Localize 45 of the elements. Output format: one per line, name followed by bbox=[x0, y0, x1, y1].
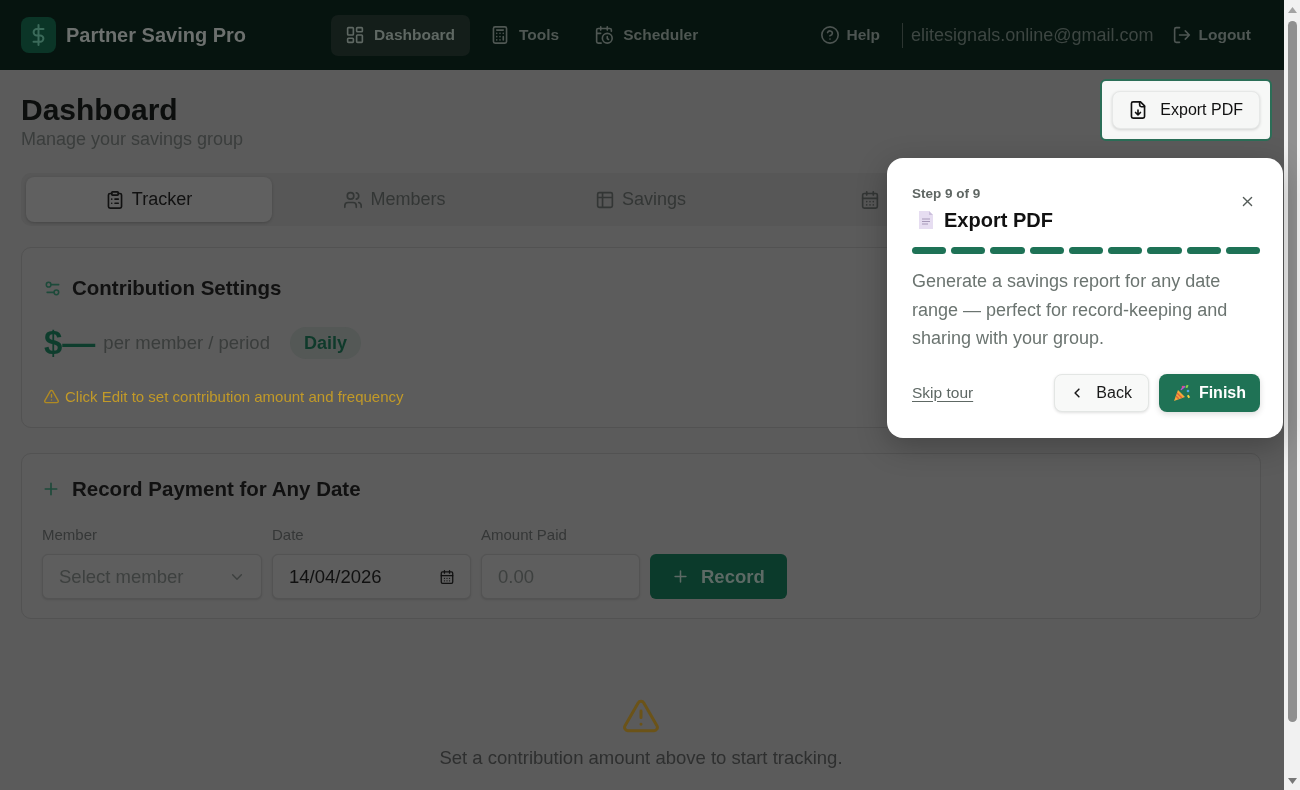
finish-button[interactable]: Finish bbox=[1158, 373, 1260, 412]
calendar-icon bbox=[861, 190, 879, 209]
tab[interactable]: Tracker bbox=[26, 177, 272, 222]
plus-icon bbox=[672, 568, 689, 585]
frequency-badge: Daily bbox=[289, 327, 361, 359]
logout-icon bbox=[1173, 26, 1192, 44]
calculator-icon bbox=[491, 26, 510, 44]
record-button[interactable]: Record bbox=[650, 554, 787, 599]
date-field[interactable]: 14/04/2026 bbox=[272, 554, 471, 599]
card-title: Record Payment for Any Date bbox=[72, 477, 361, 501]
tour-title: Export PDF bbox=[944, 208, 1053, 233]
tour-description: Generate a savings report for any date range — perfect for record-keeping and sharing with your group. bbox=[912, 270, 1229, 350]
contribution-amount: $— bbox=[44, 324, 96, 362]
file-download-icon bbox=[1129, 101, 1148, 119]
card-title: Contribution Settings bbox=[72, 276, 282, 300]
step-counter: Step 9 of 9 bbox=[912, 185, 982, 202]
scroll-up-icon[interactable] bbox=[1287, 7, 1297, 13]
table-icon bbox=[595, 190, 614, 209]
help-button[interactable]: Help bbox=[816, 26, 885, 44]
plus-icon bbox=[42, 480, 60, 498]
calendar-icon bbox=[440, 569, 454, 584]
users-icon bbox=[344, 190, 363, 209]
clipboard-icon bbox=[105, 190, 124, 209]
document-icon bbox=[918, 210, 934, 230]
party-popper-icon bbox=[1172, 383, 1191, 402]
scrollbar-thumb[interactable] bbox=[1287, 21, 1297, 722]
logo-icon bbox=[21, 17, 56, 53]
back-button[interactable]: Back bbox=[1054, 373, 1149, 412]
help-icon bbox=[820, 26, 839, 44]
nav-item[interactable]: Dashboard bbox=[331, 14, 471, 56]
skip-tour-link[interactable]: Skip tour bbox=[912, 383, 974, 402]
logout-button[interactable]: Logout bbox=[1171, 26, 1263, 44]
calendar-clock-icon bbox=[595, 26, 614, 44]
nav-item[interactable]: Scheduler bbox=[580, 14, 714, 56]
page-title: Dashboard bbox=[21, 92, 179, 128]
nav-item[interactable]: Tools bbox=[476, 14, 575, 56]
scroll-down-icon[interactable] bbox=[1287, 778, 1297, 784]
sliders-icon bbox=[44, 279, 61, 297]
export-pdf-button[interactable]: Export PDF bbox=[1112, 91, 1260, 129]
close-icon bbox=[1240, 194, 1255, 209]
app-title: Partner Saving Pro bbox=[66, 23, 247, 47]
dashboard-grid-icon bbox=[346, 26, 365, 44]
warning-icon bbox=[623, 698, 659, 734]
warning-message: Click Edit to set contribution amount and frequency bbox=[65, 387, 404, 405]
warning-icon bbox=[44, 388, 59, 404]
